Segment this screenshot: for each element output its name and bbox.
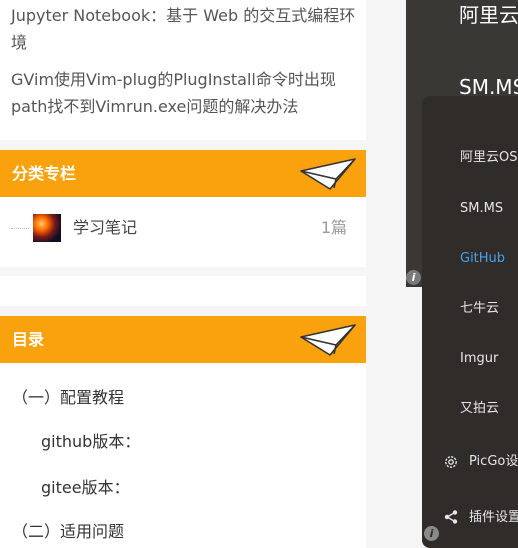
related-articles-card: Jupyter Notebook：基于 Web 的交互式编程环境 GVim使用V…	[0, 0, 366, 140]
gear-icon	[445, 456, 457, 468]
menu-item-imgur[interactable]: Imgur	[460, 350, 498, 368]
menu-item-smms[interactable]: SM.MS	[460, 200, 503, 218]
bg-label-aliyun: 阿里云	[459, 3, 518, 27]
paper-plane-icon	[300, 158, 356, 190]
menu-item-qiniu[interactable]: 七牛云	[460, 300, 499, 318]
menu-item-picgo-settings[interactable]: PicGo设置	[469, 453, 518, 471]
category-item-study-notes[interactable]: 学习笔记 1篇	[0, 210, 366, 246]
info-icon: i	[406, 270, 421, 285]
category-header: 分类专栏	[0, 150, 366, 197]
article-link-jupyter[interactable]: Jupyter Notebook：基于 Web 的交互式编程环境	[11, 2, 356, 56]
toc-item-gitee[interactable]: gitee版本：	[41, 476, 130, 500]
menu-item-upyun[interactable]: 又拍云	[460, 400, 499, 418]
category-thumbnail-icon	[33, 214, 61, 242]
toc-item-issues[interactable]: （二）适用问题	[12, 520, 124, 544]
share-icon	[444, 510, 458, 524]
paper-plane-icon	[300, 324, 356, 356]
picgo-side-menu: 阿里云OSS SM.MS GitHub 七牛云 Imgur 又拍云 PicGo设…	[422, 96, 518, 548]
tree-connector	[11, 228, 29, 229]
toc-card: 目录 （一）配置教程 github版本： gitee版本： （二）适用问题	[0, 316, 366, 548]
toc-item-config[interactable]: （一）配置教程	[12, 386, 124, 410]
category-name[interactable]: 学习笔记	[73, 216, 137, 240]
toc-title: 目录	[12, 330, 45, 349]
menu-item-github[interactable]: GitHub	[460, 250, 505, 268]
menu-item-plugin-settings[interactable]: 插件设置	[469, 509, 518, 527]
toc-header: 目录	[0, 316, 366, 363]
article-link-gvim[interactable]: GVim使用Vim-plug的PlugInstall命令时出现path找不到Vi…	[11, 66, 356, 120]
category-card: 分类专栏 学习笔记 1篇	[0, 150, 366, 267]
menu-item-aliyun-oss[interactable]: 阿里云OSS	[460, 149, 518, 167]
toc-item-github[interactable]: github版本：	[41, 430, 140, 454]
empty-card	[0, 276, 366, 306]
category-title: 分类专栏	[12, 164, 77, 183]
category-count: 1篇	[320, 218, 347, 237]
info-icon: i	[424, 526, 439, 541]
